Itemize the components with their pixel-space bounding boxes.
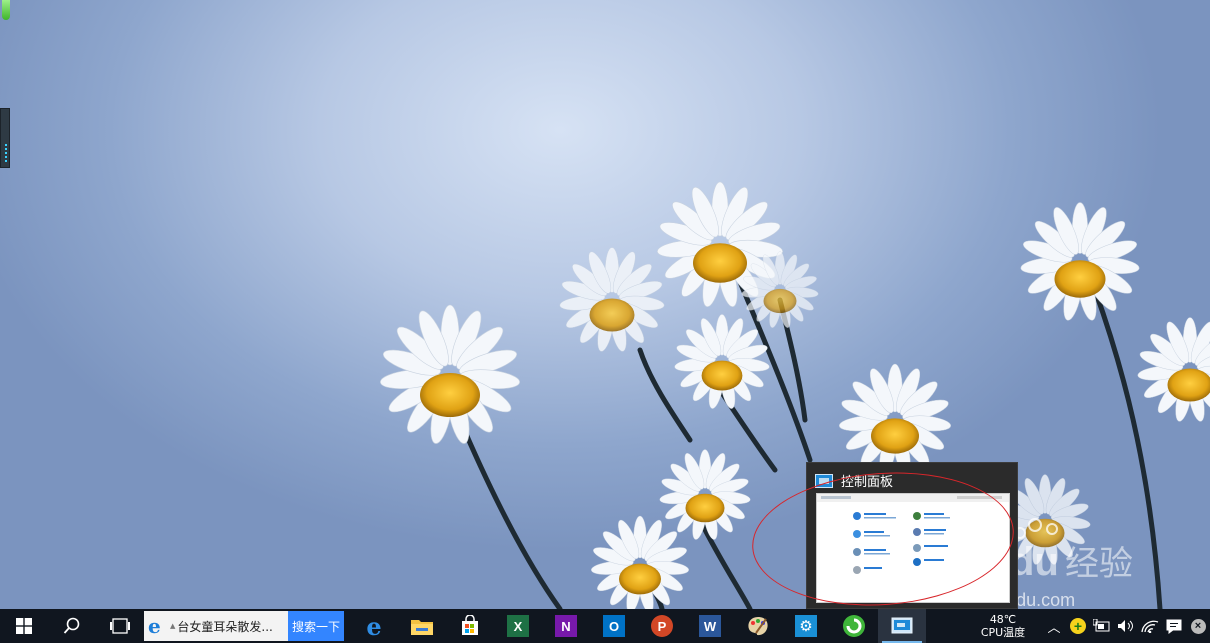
- network-button[interactable]: [1138, 609, 1162, 643]
- taskbar-app-file-explorer[interactable]: [398, 609, 446, 643]
- ie-icon: e: [148, 614, 161, 638]
- chevron-up-icon: ︿: [1047, 620, 1061, 636]
- folder-icon: [411, 620, 433, 635]
- taskbar: e ▲ 台女童耳朵散发... 搜索一下 e X N O P W ⚙ 48℃ CP…: [0, 609, 1210, 643]
- wifi-icon: [1141, 620, 1159, 633]
- search-input[interactable]: 台女童耳朵散发...: [177, 618, 272, 635]
- search-button[interactable]: [48, 609, 96, 643]
- show-hidden-icons-button[interactable]: ︿: [1042, 609, 1066, 643]
- powerpoint-icon: P: [651, 615, 673, 637]
- taskbar-app-onenote[interactable]: N: [542, 609, 590, 643]
- edge-icon: e: [366, 611, 382, 641]
- search-icon: [63, 617, 80, 634]
- browser-search-box[interactable]: e ▲ 台女童耳朵散发...: [144, 611, 288, 641]
- svg-text:经验: 经验: [1065, 544, 1133, 584]
- outlook-icon: O: [603, 615, 625, 637]
- windows-logo-icon: [16, 618, 32, 634]
- cpu-temperature-label: CPU温度: [980, 626, 1026, 639]
- side-widget-indicator[interactable]: [2, 0, 10, 20]
- settings-gear-icon: ⚙: [795, 615, 817, 637]
- excel-icon: X: [507, 615, 529, 637]
- close-circle-icon: ×: [1190, 618, 1206, 634]
- task-view-button[interactable]: [96, 609, 144, 643]
- taskbar-app-edge[interactable]: e: [350, 609, 398, 643]
- system-tray: 48℃ CPU温度 ︿ + ×: [974, 609, 1210, 643]
- battery-button[interactable]: [1090, 609, 1114, 643]
- taskbar-app-paint[interactable]: [734, 609, 782, 643]
- onenote-icon: N: [555, 615, 577, 637]
- tray-app-button[interactable]: +: [1066, 609, 1090, 643]
- search-go-button[interactable]: 搜索一下: [288, 611, 344, 641]
- word-icon: W: [699, 615, 721, 637]
- store-icon: [462, 615, 478, 635]
- task-view-icon: [110, 618, 130, 634]
- taskbar-app-excel[interactable]: X: [494, 609, 542, 643]
- notification-icon: [1166, 619, 1182, 634]
- cpu-temperature[interactable]: 48℃ CPU温度: [974, 613, 1032, 639]
- browser-green-icon: [843, 615, 865, 637]
- control-panel-icon: [891, 617, 913, 634]
- close-tray-button[interactable]: ×: [1186, 609, 1210, 643]
- battery-icon: [1093, 619, 1110, 632]
- volume-button[interactable]: [1114, 609, 1138, 643]
- start-button[interactable]: [0, 609, 48, 643]
- taskbar-app-control-panel[interactable]: [878, 609, 926, 643]
- taskbar-app-powerpoint[interactable]: P: [638, 609, 686, 643]
- taskbar-app-outlook[interactable]: O: [590, 609, 638, 643]
- volume-icon: [1118, 620, 1133, 632]
- paint-palette-icon: [748, 617, 768, 636]
- dropdown-arrow-icon[interactable]: ▲: [170, 622, 175, 630]
- taskbar-app-360-browser[interactable]: [830, 609, 878, 643]
- side-widget-meter[interactable]: [0, 108, 10, 168]
- action-center-button[interactable]: [1162, 609, 1186, 643]
- yellow-plus-icon: +: [1070, 618, 1086, 634]
- taskbar-app-store[interactable]: [446, 609, 494, 643]
- cpu-temperature-value: 48℃: [989, 613, 1017, 626]
- taskbar-app-word[interactable]: W: [686, 609, 734, 643]
- taskbar-app-settings[interactable]: ⚙: [782, 609, 830, 643]
